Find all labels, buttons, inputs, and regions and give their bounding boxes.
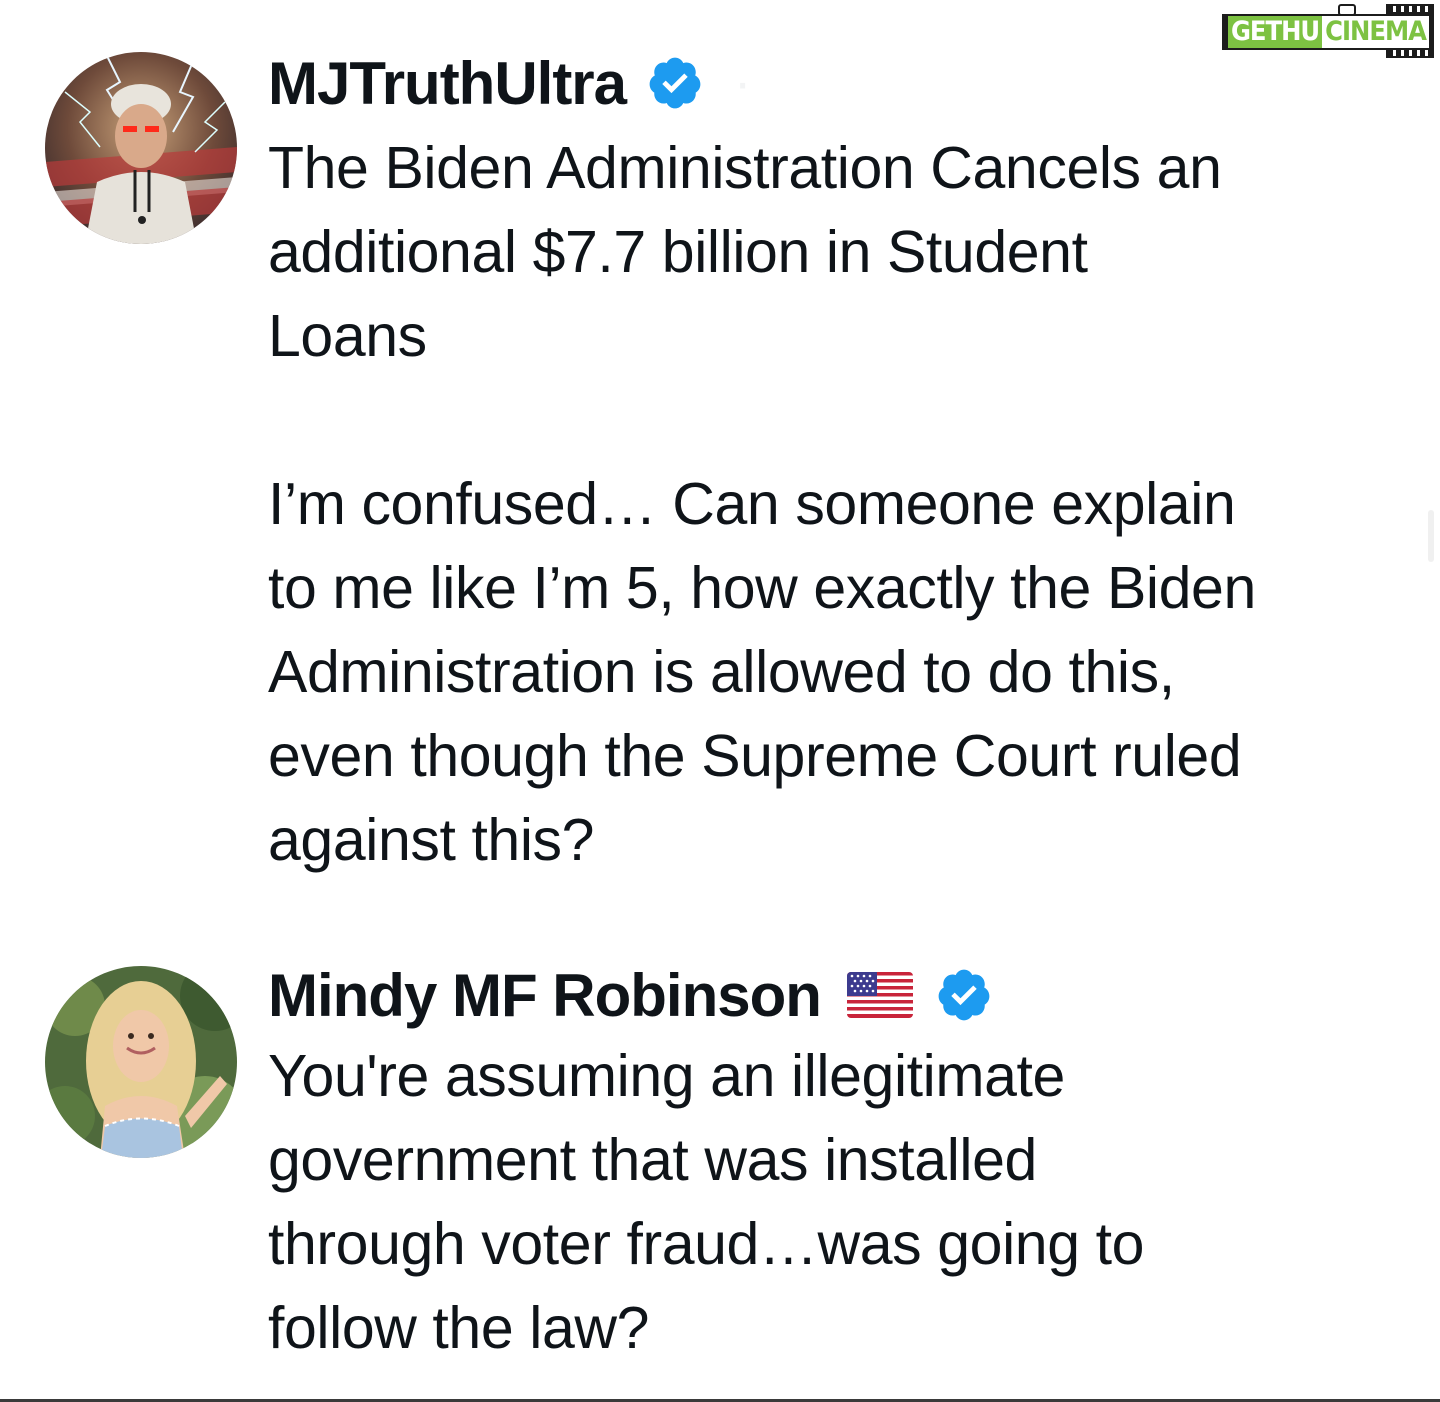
tweet-content: Mindy MF Robinson You're assuming an ill… (268, 960, 1418, 1370)
avatar[interactable] (45, 52, 237, 244)
username[interactable]: Mindy MF Robinson (268, 961, 822, 1030)
tweet-content: MJTruthUltra · The Biden Administration … (268, 48, 1418, 882)
verified-badge-icon (646, 54, 704, 112)
watermark-part1: GETHU (1228, 16, 1323, 48)
us-flag-emoji-icon (846, 972, 913, 1018)
film-strip-icon (1386, 4, 1434, 14)
tweet-header: MJTruthUltra · (268, 48, 1418, 118)
tweet-header: Mindy MF Robinson (268, 960, 1418, 1030)
watermark-part2: CINEMA (1322, 16, 1429, 48)
header-faded-meta: · (734, 54, 752, 112)
username[interactable]: MJTruthUltra (268, 49, 627, 118)
tweet-text: The Biden Administration Cancels an addi… (268, 135, 1256, 873)
watermark-text: GETHU CINEMA (1222, 14, 1434, 50)
screenshot-canvas: GETHU CINEMA MJTruthUltra · The Biden Ad… (0, 0, 1440, 1402)
scroll-mark (1428, 510, 1434, 562)
avatar[interactable] (45, 966, 237, 1158)
tweet-text: You're assuming an illegitimate governme… (268, 1043, 1145, 1361)
avatar-woman-curly-hair-icon (45, 966, 237, 1158)
verified-badge-icon (935, 966, 993, 1024)
avatar-lightning-man-icon (45, 52, 237, 244)
